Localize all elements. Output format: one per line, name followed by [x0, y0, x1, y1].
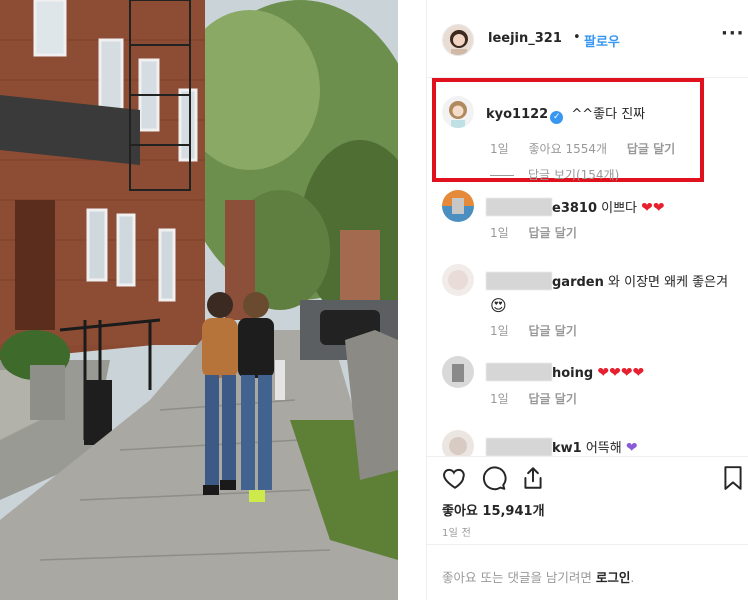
- comment-line: e3810 이쁘다 ❤❤: [486, 197, 665, 216]
- comment-time[interactable]: 1일: [490, 324, 509, 338]
- login-prompt-suffix: .: [630, 570, 635, 585]
- heart-emoji-icon: ❤: [609, 365, 621, 381]
- follow-button[interactable]: 팔로우: [584, 31, 620, 50]
- comment-time[interactable]: 1일: [490, 142, 509, 156]
- commenter-avatar-image: [442, 430, 474, 456]
- commenter-avatar[interactable]: [442, 96, 474, 128]
- reply-button[interactable]: 답글 달기: [529, 226, 577, 240]
- heart-eyes-emoji-icon: 😍: [490, 296, 507, 315]
- comment-time[interactable]: 1일: [490, 392, 509, 406]
- comment-likes[interactable]: 좋아요 1554개: [529, 142, 608, 156]
- more-dots-icon[interactable]: ···: [721, 23, 745, 44]
- comment-meta: 1일 답글 달기: [490, 390, 593, 407]
- comment-line: hoing ❤❤❤❤: [486, 363, 644, 381]
- post-header: leejin_321 • 팔로우 ···: [426, 0, 748, 78]
- view-replies-button[interactable]: 답글 보기(154개): [490, 166, 619, 183]
- comments-list: kyo1122 ✓ ^^좋다 진짜 1일 좋아요 1554개 답글 달기 답글 보…: [426, 78, 748, 456]
- comment-line: kyo1122 ✓ ^^좋다 진짜: [486, 103, 645, 124]
- heart-emoji-icon: ❤: [641, 200, 653, 216]
- blurred-username: [486, 438, 552, 456]
- commenter-avatar-image: [442, 264, 474, 296]
- commenter-avatar-image: [442, 356, 474, 388]
- comment-text: 이쁘다: [601, 201, 638, 216]
- heart-emoji-icon: ❤: [632, 365, 645, 381]
- comment-line: garden 와 이장면 왜케 좋은겨: [486, 271, 728, 290]
- instagram-post-page: leejin_321 • 팔로우 ··· kyo1122 ✓ ^^좋다 진짜 1…: [0, 0, 748, 600]
- blurred-username: [486, 272, 552, 290]
- commenter-avatar-image: [442, 96, 474, 128]
- comment-username[interactable]: kyo1122: [486, 107, 548, 122]
- replies-dash: [490, 175, 514, 176]
- login-prompt-prefix: 좋아요 또는 댓글을 남기려면: [442, 570, 596, 585]
- blurred-username: [486, 363, 552, 381]
- commenter-avatar[interactable]: [442, 356, 474, 388]
- login-prompt: 좋아요 또는 댓글을 남기려면 로그인.: [426, 544, 748, 600]
- reply-button[interactable]: 답글 달기: [529, 324, 577, 338]
- reply-button[interactable]: 답글 달기: [529, 392, 577, 406]
- like-heart-icon[interactable]: [442, 465, 468, 491]
- post-photo[interactable]: [0, 0, 398, 600]
- comment-text: ^^좋다 진짜: [571, 107, 646, 122]
- comment-meta: 1일 답글 달기: [490, 224, 593, 241]
- street-photo-illustration: [0, 0, 398, 600]
- post-side-panel: leejin_321 • 팔로우 ··· kyo1122 ✓ ^^좋다 진짜 1…: [426, 0, 748, 600]
- commenter-avatar[interactable]: [442, 430, 474, 456]
- bookmark-icon[interactable]: [720, 465, 746, 491]
- login-prompt-text: 좋아요 또는 댓글을 남기려면 로그인.: [442, 567, 634, 586]
- likes-count[interactable]: 좋아요 15,941개: [442, 500, 545, 519]
- post-time[interactable]: 1일 전: [442, 524, 471, 539]
- verified-badge-icon: ✓: [550, 111, 564, 124]
- comment-username[interactable]: garden: [486, 272, 604, 290]
- heart-emoji-icon: ❤: [652, 200, 665, 216]
- heart-emoji-icon: ❤: [597, 365, 610, 381]
- comment-text: 어뜩해: [585, 441, 622, 456]
- post-actions: 좋아요 15,941개 1일 전: [426, 456, 748, 544]
- header-separator: •: [573, 30, 581, 45]
- commenter-avatar[interactable]: [442, 190, 474, 222]
- comment-meta: 1일 좋아요 1554개 답글 달기: [490, 140, 691, 157]
- comment-username[interactable]: kw1: [486, 438, 582, 456]
- author-username[interactable]: leejin_321: [488, 31, 562, 46]
- reply-button[interactable]: 답글 달기: [627, 142, 675, 156]
- comment-username[interactable]: e3810: [486, 198, 597, 216]
- heart-emoji-icon: ❤: [620, 365, 633, 381]
- commenter-avatar-image: [442, 190, 474, 222]
- commenter-avatar[interactable]: [442, 264, 474, 296]
- view-replies-label: 답글 보기(154개): [528, 168, 620, 182]
- share-icon[interactable]: [520, 465, 546, 491]
- comment-line: kw1 어뜩해 ❤: [486, 437, 638, 456]
- comment-meta: 1일 답글 달기: [490, 322, 593, 339]
- author-avatar-image: [443, 25, 473, 55]
- author-avatar[interactable]: [442, 24, 474, 56]
- blurred-username: [486, 198, 552, 216]
- comment-text: 와 이장면 왜케 좋은겨: [608, 275, 729, 290]
- login-link[interactable]: 로그인: [596, 570, 631, 585]
- comment-username[interactable]: hoing: [486, 363, 593, 381]
- comment-bubble-icon[interactable]: [481, 465, 507, 491]
- purple-heart-emoji-icon: ❤: [625, 440, 638, 456]
- comment-time[interactable]: 1일: [490, 226, 509, 240]
